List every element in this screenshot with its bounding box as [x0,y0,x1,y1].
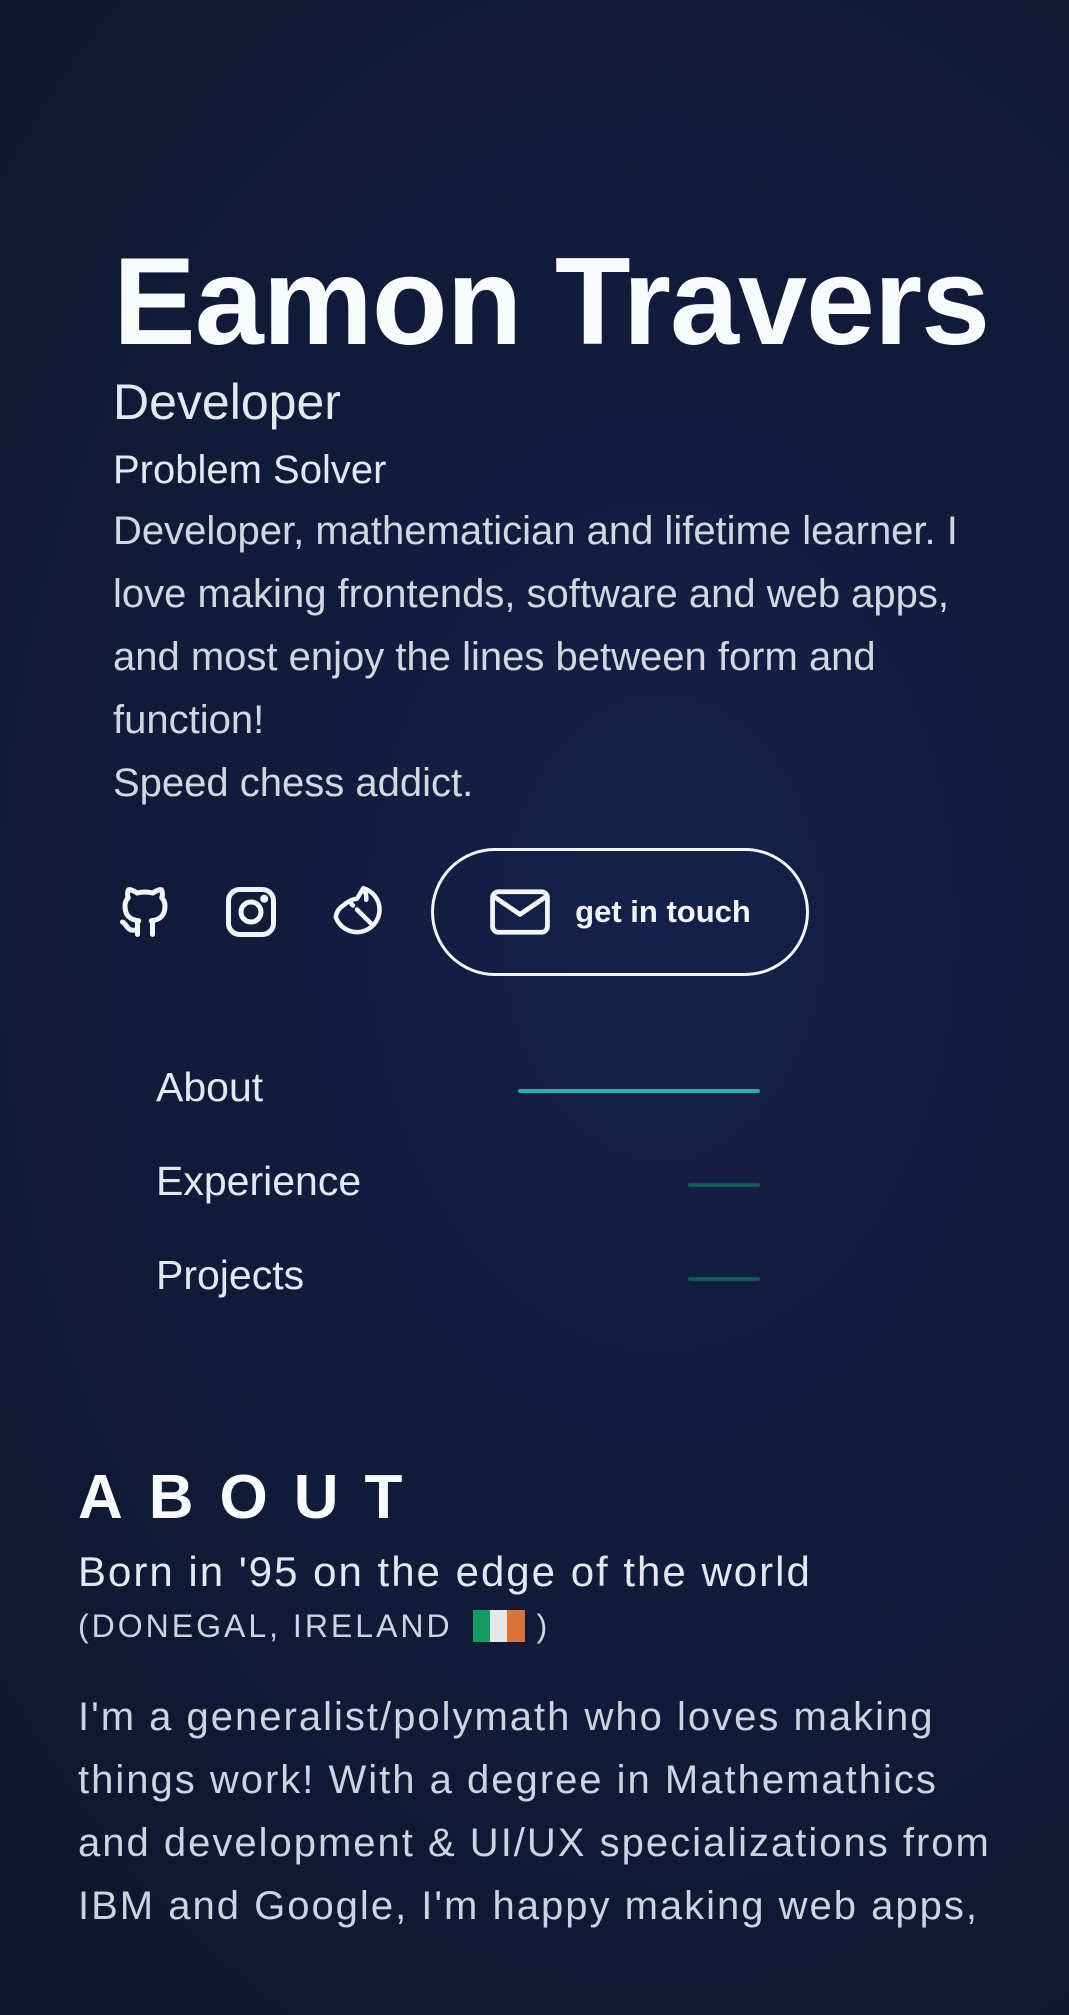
section-nav: About Experience Projects [156,1040,760,1322]
nav-item-about[interactable]: About [156,1040,760,1134]
about-subtitle: Born in '95 on the edge of the world [78,1548,812,1595]
nav-indicator-active [518,1089,760,1093]
hero-role-secondary: Problem Solver [113,448,387,492]
chess-knight-icon [333,886,382,935]
hero-role-primary: Developer [113,374,341,430]
flag-stripe-orange [507,1610,525,1642]
nav-indicator [688,1183,760,1187]
hero-name: Eamon Travers [113,233,990,371]
nav-item-experience[interactable]: Experience [156,1134,760,1228]
social-links: get in touch [113,846,809,978]
get-in-touch-label: get in touch [575,894,751,929]
get-in-touch-button[interactable]: get in touch [431,848,809,976]
ireland-flag-icon [472,1610,525,1642]
flag-stripe-green [472,1610,490,1642]
about-body: I'm a generalist/polymath who loves maki… [78,1695,991,1928]
hero-bio: Developer, mathematician and lifetime le… [113,500,973,815]
flag-stripe-white [489,1610,508,1642]
chess-link[interactable] [325,880,389,944]
location-text: (DONEGAL, IRELAND [78,1608,453,1644]
nav-item-label: Experience [156,1157,362,1204]
nav-item-label: About [156,1063,264,1110]
nav-indicator [688,1277,760,1281]
bio-extra: Speed chess addict. [113,761,474,805]
bio-paragraph: Developer, mathematician and lifetime le… [113,509,958,742]
github-link[interactable] [113,880,177,944]
about-location: (DONEGAL, IRELAND ) [78,1604,550,1648]
instagram-icon [226,887,276,937]
github-icon [120,887,168,937]
location-close: ) [536,1608,551,1644]
about-heading: ABOUT [78,1463,429,1532]
instagram-link[interactable] [219,880,283,944]
nav-item-label: Projects [156,1251,305,1298]
nav-item-projects[interactable]: Projects [156,1228,760,1322]
mail-icon [490,889,550,935]
